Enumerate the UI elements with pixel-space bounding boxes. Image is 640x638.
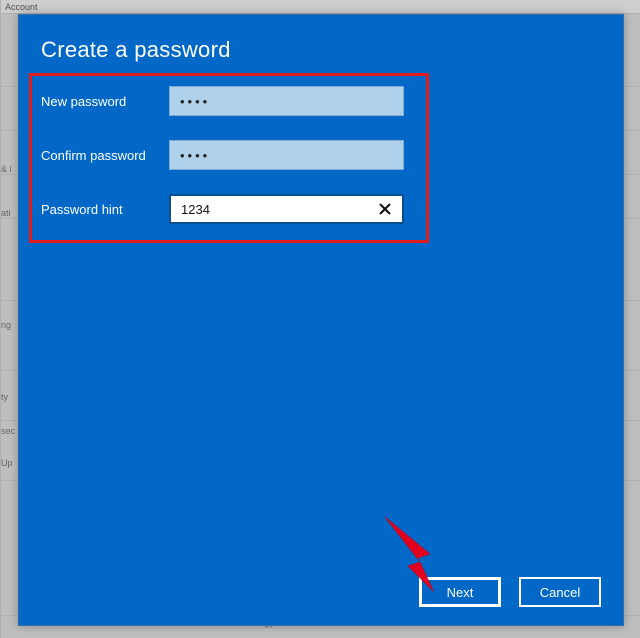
row-new-password: New password — [41, 85, 404, 117]
new-password-input[interactable] — [170, 87, 403, 115]
password-hint-input[interactable] — [171, 196, 402, 222]
confirm-password-field-wrap — [169, 140, 404, 170]
confirm-password-input[interactable] — [170, 141, 403, 169]
next-button[interactable]: Next — [419, 577, 501, 607]
dialog-actions: Next Cancel — [419, 577, 601, 607]
row-confirm-password: Confirm password — [41, 139, 404, 171]
confirm-password-label: Confirm password — [41, 148, 169, 163]
dialog-title: Create a password — [41, 37, 231, 63]
password-hint-label: Password hint — [41, 202, 169, 217]
cancel-button[interactable]: Cancel — [519, 577, 601, 607]
new-password-field-wrap — [169, 86, 404, 116]
password-hint-field-wrap — [169, 194, 404, 224]
clear-icon[interactable] — [374, 196, 396, 222]
new-password-label: New password — [41, 94, 169, 109]
row-password-hint: Password hint — [41, 193, 404, 225]
create-password-dialog: Create a password New password Confirm p… — [18, 14, 624, 626]
